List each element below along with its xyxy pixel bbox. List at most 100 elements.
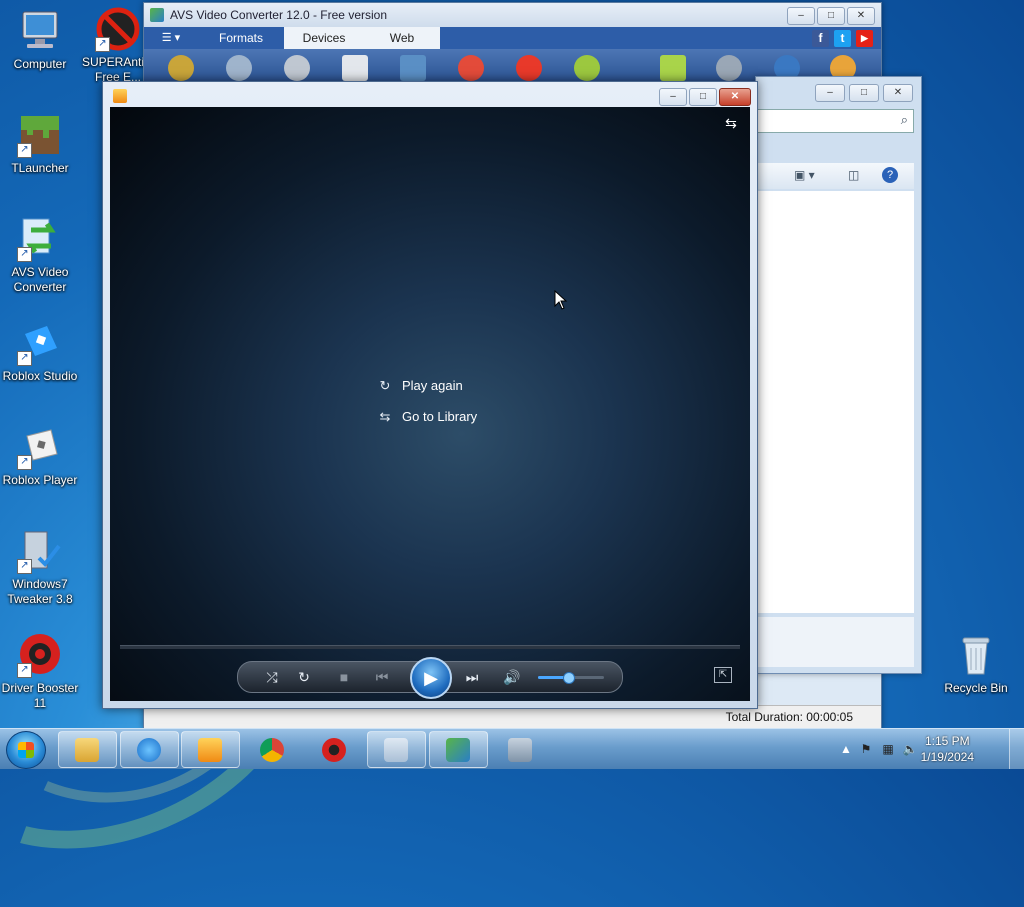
seek-bar[interactable] — [120, 645, 740, 649]
playback-controls: ⤮ ↻ ■ ⏮ ▶ ⏭ 🔊 — [237, 657, 623, 699]
explorer-maximize-button[interactable]: □ — [849, 84, 879, 102]
clock-time: 1:15 PM — [924, 734, 970, 748]
record-icon[interactable] — [716, 55, 742, 81]
taskbar-media-player[interactable] — [181, 731, 240, 768]
desktop-icon-recycle-bin[interactable]: Recycle Bin — [936, 632, 1016, 696]
tab-devices[interactable]: Devices — [284, 27, 364, 49]
speaker-muted-icon[interactable]: 🔈 — [902, 741, 918, 757]
show-desktop-button[interactable] — [1009, 729, 1024, 769]
explorer-content-area[interactable] — [756, 191, 914, 613]
taskbar-control-panel[interactable] — [367, 731, 426, 768]
play-button[interactable]: ▶ — [410, 657, 452, 699]
shortcut-arrow-icon: ↗ — [17, 559, 32, 574]
shortcut-arrow-icon: ↗ — [17, 247, 32, 262]
avs-maximize-button[interactable]: □ — [817, 7, 845, 25]
tab-web[interactable]: Web — [364, 27, 440, 49]
roblox-studio-icon: ↗ — [17, 320, 63, 366]
explorer-search-input[interactable]: ⌕ — [756, 109, 914, 133]
taskbar-avs-video-converter[interactable] — [429, 731, 488, 768]
avs-window-title: AVS Video Converter 12.0 - Free version — [170, 8, 387, 22]
total-duration: Total Duration: 00:00:05 — [725, 710, 853, 724]
switch-to-library-icon[interactable]: ⇆ — [722, 115, 740, 131]
player-close-button[interactable]: ✕ — [719, 88, 751, 106]
edit-icon[interactable] — [660, 55, 686, 81]
avs-minimize-button[interactable]: – — [787, 7, 815, 25]
taskbar-explorer[interactable] — [58, 731, 117, 768]
avs-close-button[interactable]: ✕ — [847, 7, 875, 25]
volume-icon[interactable]: 🔊 — [502, 668, 522, 686]
taskbar-windows7-tweaker[interactable] — [491, 731, 550, 768]
format-disc-icon[interactable] — [226, 55, 252, 81]
format-dvd-icon[interactable] — [342, 55, 368, 81]
repeat-icon[interactable]: ↻ — [294, 668, 314, 686]
avs-menu-button[interactable]: ☰ ▾ — [148, 29, 194, 47]
stop-icon[interactable]: ■ — [334, 668, 354, 686]
player-maximize-button[interactable]: □ — [689, 88, 717, 106]
avs-converter-icon: ↗ — [17, 216, 63, 262]
format-quicktime-icon[interactable] — [458, 55, 484, 81]
tweaker-icon: ↗ — [17, 528, 63, 574]
replay-icon: ↻ — [379, 378, 391, 393]
avs-tab-bar: ☰ ▾ Formats Devices Web f t ▶ — [144, 27, 881, 49]
desktop-icon-windows7-tweaker[interactable]: ↗ Windows7 Tweaker 3.8 — [0, 528, 80, 607]
play-again-button[interactable]: ↻ Play again — [376, 376, 463, 396]
shortcut-arrow-icon: ↗ — [95, 37, 110, 52]
avs-converter-icon — [446, 738, 470, 762]
format-film-reel-icon[interactable] — [284, 55, 310, 81]
taskbar: ▲ ⚑ ▦ 🔈 1:15 PM 1/19/2024 — [0, 728, 1024, 769]
recycle-bin-icon — [953, 632, 999, 678]
grass-block-icon: ↗ — [17, 112, 63, 158]
youtube-icon[interactable]: ▶ — [856, 30, 873, 47]
desktop-icon-label: Recycle Bin — [944, 681, 1008, 695]
explorer-minimize-button[interactable]: – — [815, 84, 845, 102]
next-icon[interactable]: ⏭ — [462, 668, 482, 686]
tab-formats[interactable]: Formats — [198, 27, 284, 49]
format-film-strip-icon[interactable] — [400, 55, 426, 81]
volume-slider[interactable] — [538, 672, 604, 684]
library-icon: ⇆ — [379, 409, 391, 424]
media-player-titlebar[interactable]: – □ ✕ — [103, 82, 757, 106]
volume-slider-thumb[interactable] — [562, 672, 575, 684]
driver-booster-icon: ↗ — [17, 632, 63, 678]
no-bug-icon: ↗ — [95, 6, 141, 52]
previous-icon[interactable]: ⏮ — [372, 668, 392, 686]
desktop-icon-roblox-player[interactable]: ↗ Roblox Player — [0, 424, 80, 488]
start-button[interactable] — [6, 731, 46, 769]
tweaker-icon — [508, 738, 532, 762]
internet-explorer-icon — [137, 738, 161, 762]
clock[interactable]: 1:15 PM 1/19/2024 — [921, 733, 974, 765]
desktop-icon-computer[interactable]: Computer — [0, 8, 80, 72]
explorer-close-button[interactable]: ✕ — [883, 84, 913, 102]
video-area[interactable]: ⇆ ↻ Play again ⇆ Go to Library ⤮ ↻ ■ ⏮ ▶ ⏭… — [110, 107, 750, 701]
explorer-command-bar: ▣ ▾ ◫ ? — [756, 163, 914, 189]
network-icon[interactable]: ▦ — [880, 741, 896, 757]
show-hidden-icons-icon[interactable]: ▲ — [838, 741, 854, 757]
desktop-icon-roblox-studio[interactable]: ↗ Roblox Studio — [0, 320, 80, 384]
desktop-icon-avs-video-converter[interactable]: ↗ AVS Video Converter — [0, 216, 80, 295]
desktop-icon-label: Driver Booster 11 — [1, 681, 79, 710]
help-icon[interactable]: ? — [882, 167, 898, 183]
player-minimize-button[interactable]: – — [659, 88, 687, 106]
system-tray: ▲ ⚑ ▦ 🔈 1:15 PM 1/19/2024 — [834, 729, 1024, 769]
shuffle-icon[interactable]: ⤮ — [262, 668, 282, 686]
format-webm-icon[interactable] — [574, 55, 600, 81]
view-options-icon[interactable]: ▣ ▾ — [794, 168, 815, 182]
avs-titlebar[interactable]: AVS Video Converter 12.0 - Free version … — [144, 3, 881, 27]
clock-date: 1/19/2024 — [920, 750, 974, 764]
twitter-icon[interactable]: t — [834, 30, 851, 47]
action-center-icon[interactable]: ⚑ — [858, 741, 874, 757]
taskbar-internet-explorer[interactable] — [120, 731, 179, 768]
avs-app-icon — [150, 8, 164, 22]
go-to-library-button[interactable]: ⇆ Go to Library — [376, 407, 478, 427]
preview-pane-icon[interactable]: ◫ — [848, 168, 859, 182]
shortcut-arrow-icon: ↗ — [17, 455, 32, 470]
format-star-icon[interactable] — [168, 55, 194, 81]
desktop-icon-tlauncher[interactable]: ↗ TLauncher — [0, 112, 80, 176]
taskbar-driver-booster[interactable] — [305, 731, 364, 768]
taskbar-chrome[interactable] — [243, 731, 302, 768]
facebook-icon[interactable]: f — [812, 30, 829, 47]
desktop-icon-label: Computer — [13, 57, 67, 71]
desktop-icon-driver-booster[interactable]: ↗ Driver Booster 11 — [0, 632, 80, 711]
fullscreen-icon[interactable]: ⇱ — [714, 667, 732, 683]
format-flash-icon[interactable] — [516, 55, 542, 81]
